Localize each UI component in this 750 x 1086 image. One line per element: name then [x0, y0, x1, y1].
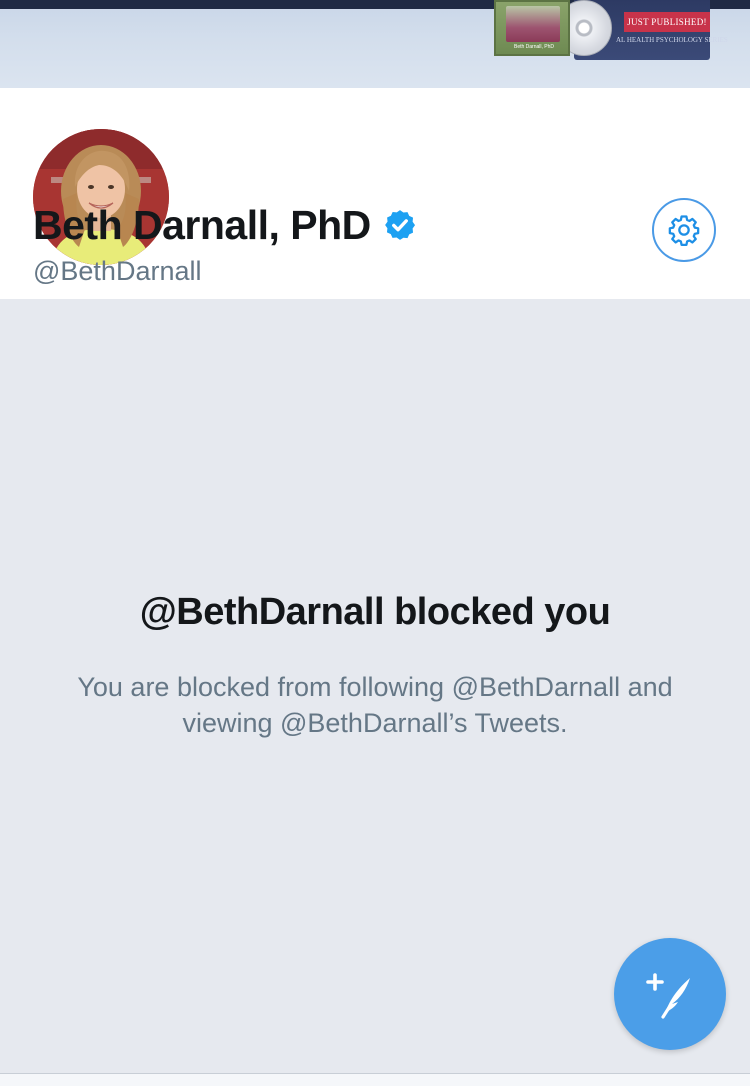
name-row: Beth Darnall, PhD [33, 200, 417, 250]
display-name: Beth Darnall, PhD [33, 201, 371, 248]
book-cover-title: Beth Darnall, PhD [513, 44, 555, 50]
profile-banner[interactable]: JUST PUBLISHED! AL HEALTH PSYCHOLOGY SER… [0, 0, 750, 88]
banner-book-image: JUST PUBLISHED! AL HEALTH PSYCHOLOGY SER… [494, 0, 728, 60]
profile-settings-button[interactable] [652, 198, 716, 262]
book-ribbon: JUST PUBLISHED! [624, 12, 710, 32]
profile-handle: @BethDarnall [33, 256, 202, 286]
verified-badge-icon [383, 208, 417, 242]
profile-header: Beth Darnall, PhD @BethDarnall [0, 88, 750, 299]
book-cover: Beth Darnall, PhD [494, 0, 570, 56]
book-cover-photo [506, 6, 560, 42]
book-series-text: AL HEALTH PSYCHOLOGY SERIES [616, 36, 728, 44]
bottom-strip [0, 1074, 750, 1086]
compose-tweet-button[interactable] [614, 938, 726, 1050]
blocked-description: You are blocked from following @BethDarn… [77, 672, 673, 738]
blocked-title: @BethDarnall blocked you [139, 591, 611, 633]
compose-tweet-icon [646, 973, 690, 1019]
gear-icon [668, 215, 700, 247]
